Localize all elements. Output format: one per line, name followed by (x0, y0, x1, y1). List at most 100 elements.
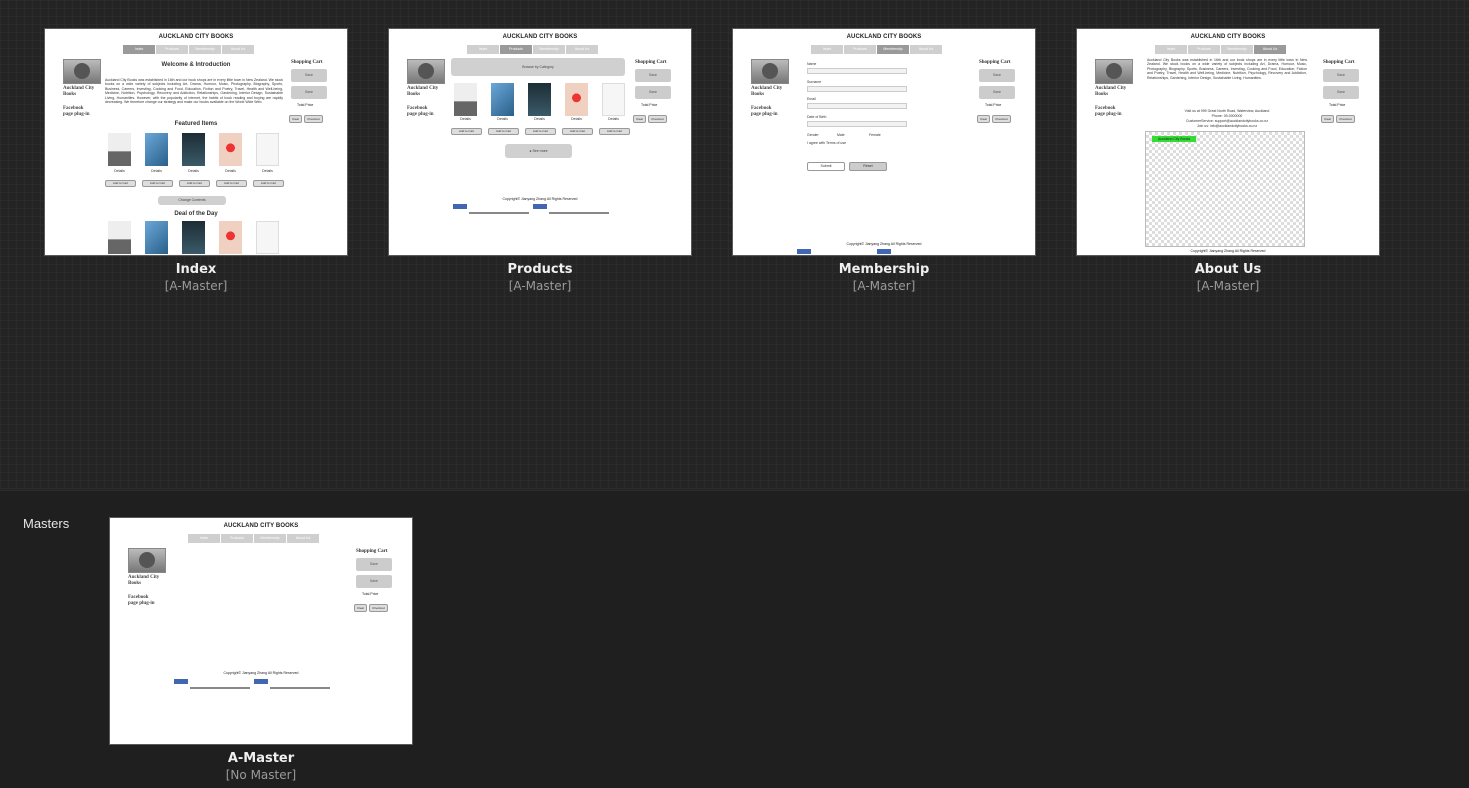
change-contents-button: Change Contents (158, 196, 226, 205)
email-label: Email (807, 97, 816, 101)
book-cover (145, 221, 168, 254)
add-to-cart-button: Add to Cart (142, 180, 173, 187)
cart-label: Shopping Cart (635, 60, 667, 65)
details-link: Details (151, 169, 162, 173)
terms-checkbox-label: I agree with Terms of use (807, 141, 847, 145)
details-row: Details Details Details Details Details (447, 117, 632, 121)
sidebar-text: Auckland City Books Facebook page plug-i… (63, 86, 101, 118)
site-title: AUCKLAND CITY BOOKS (1190, 34, 1266, 40)
facebook-plugin-label: Facebook page plug-in (128, 595, 155, 606)
nav-about: About Us (910, 45, 943, 54)
clear-button: Clear (354, 604, 368, 612)
nav-membership: Membership (877, 45, 910, 54)
page-card-about-us[interactable]: AUCKLAND CITY BOOKS Index Products Membe… (1076, 28, 1380, 293)
nav-index: Index (811, 45, 844, 54)
logo-caption: Auckland City Books (407, 86, 439, 97)
cart-label: Shopping Cart (356, 549, 388, 554)
total-price-label: Total Price (641, 103, 658, 107)
add-to-cart-row: Add to Cart Add to Cart Add to Cart Add … (451, 128, 630, 135)
clear-button: Clear (1321, 115, 1335, 123)
site-nav: Index Products Membership About Us (467, 45, 599, 54)
nav-index: Index (467, 45, 500, 54)
site-title: AUCKLAND CITY BOOKS (223, 523, 299, 529)
tree-logo (1095, 59, 1133, 84)
sidebar-text: Auckland City Books Facebook page plug-i… (128, 575, 166, 607)
facebook-like-bar (453, 204, 610, 214)
add-to-cart-button: Add to Cart (525, 128, 556, 135)
see-more-button: ● See more (505, 144, 572, 158)
email-text: CustomerService: support@aucklandcityboo… (1186, 119, 1268, 123)
logo-caption: Auckland City Books (128, 575, 160, 586)
total-price-label: Total Price (1329, 103, 1346, 107)
cart-label: Shopping Cart (291, 60, 323, 65)
featured-books (108, 133, 293, 166)
cart-save-button: Save (356, 558, 392, 571)
cart-label: Shopping Cart (979, 60, 1011, 65)
checkout-button: Checkout (1336, 115, 1355, 123)
category-bar: Browse by Category (451, 58, 625, 76)
page-name: About Us (1194, 262, 1262, 277)
cart-save-button: Save (635, 69, 671, 82)
sidebar-text: Auckland City Books Facebook page plug-i… (407, 86, 445, 118)
nav-membership: Membership (1221, 45, 1254, 54)
nav-products: Products (500, 45, 533, 54)
book-cover (219, 221, 242, 254)
tree-logo (751, 59, 789, 84)
clear-button: Clear (633, 115, 647, 123)
book-cover (108, 133, 131, 166)
nav-products: Products (1188, 45, 1221, 54)
tree-logo (407, 59, 445, 84)
book-cover (454, 83, 477, 116)
tree-logo (63, 59, 101, 84)
page-thumbnail-membership[interactable]: AUCKLAND CITY BOOKS Index Products Membe… (732, 28, 1036, 256)
logo-caption: Auckland City Books (751, 86, 783, 97)
add-to-cart-button: Add to Cart (105, 180, 136, 187)
copyright: Copyright© Jianyang Zhang All Rights Res… (223, 671, 299, 675)
page-master: [A-Master] (508, 279, 572, 293)
page-card-membership[interactable]: AUCKLAND CITY BOOKS Index Products Membe… (732, 28, 1036, 293)
page-thumbnail-about-us[interactable]: AUCKLAND CITY BOOKS Index Products Membe… (1076, 28, 1380, 256)
details-link: Details (497, 117, 508, 121)
female-radio-label: Female (869, 133, 881, 137)
tree-logo (128, 548, 166, 573)
map-label: Auckland City Books (1152, 136, 1197, 142)
cart-save-button: Save (1323, 69, 1359, 82)
site-title: AUCKLAND CITY BOOKS (846, 34, 922, 40)
master-card-a-master[interactable]: AUCKLAND CITY BOOKS Index Products Membe… (109, 517, 413, 782)
nav-products: Products (221, 534, 254, 543)
pages-panel: AUCKLAND CITY BOOKS Index Products Membe… (0, 0, 1469, 490)
page-master: [A-Master] (164, 279, 228, 293)
welcome-heading: Welcome & Introduction (161, 62, 231, 68)
page-thumbnail-products[interactable]: AUCKLAND CITY BOOKS Index Products Membe… (388, 28, 692, 256)
page-name: Index (175, 262, 217, 277)
nav-products: Products (156, 45, 189, 54)
book-cover (256, 221, 279, 254)
page-master: [A-Master] (1196, 279, 1260, 293)
total-price-label: Total Price (362, 592, 379, 596)
logo-caption: Auckland City Books (1095, 86, 1127, 97)
total-price-label: Total Price (985, 103, 1002, 107)
book-cover (528, 83, 551, 116)
facebook-like-bar (174, 679, 331, 689)
add-to-cart-button: Add to Cart (253, 180, 284, 187)
nav-index: Index (188, 534, 221, 543)
name-label: Name (807, 62, 817, 66)
dob-field (807, 121, 907, 127)
master-thumbnail-a-master[interactable]: AUCKLAND CITY BOOKS Index Products Membe… (109, 517, 413, 745)
details-link: Details (460, 117, 471, 121)
name-field (807, 68, 907, 74)
book-cover (256, 133, 279, 166)
nav-membership: Membership (254, 534, 287, 543)
page-thumbnail-index[interactable]: AUCKLAND CITY BOOKS Index Products Membe… (44, 28, 348, 256)
copyright: Copyright© Jianyang Zhang All Rights Res… (1190, 249, 1266, 253)
details-link: Details (571, 117, 582, 121)
page-card-products[interactable]: AUCKLAND CITY BOOKS Index Products Membe… (388, 28, 692, 293)
featured-heading: Featured Items (174, 121, 218, 127)
reset-button: Reset (849, 162, 887, 171)
cart-save-button: Save (291, 69, 327, 82)
page-card-index[interactable]: AUCKLAND CITY BOOKS Index Products Membe… (44, 28, 348, 293)
checkout-button: Checkout (992, 115, 1011, 123)
copyright: Copyright© Jianyang Zhang All Rights Res… (502, 197, 578, 201)
add-to-cart-button: Add to Cart (599, 128, 630, 135)
details-link: Details (262, 169, 273, 173)
